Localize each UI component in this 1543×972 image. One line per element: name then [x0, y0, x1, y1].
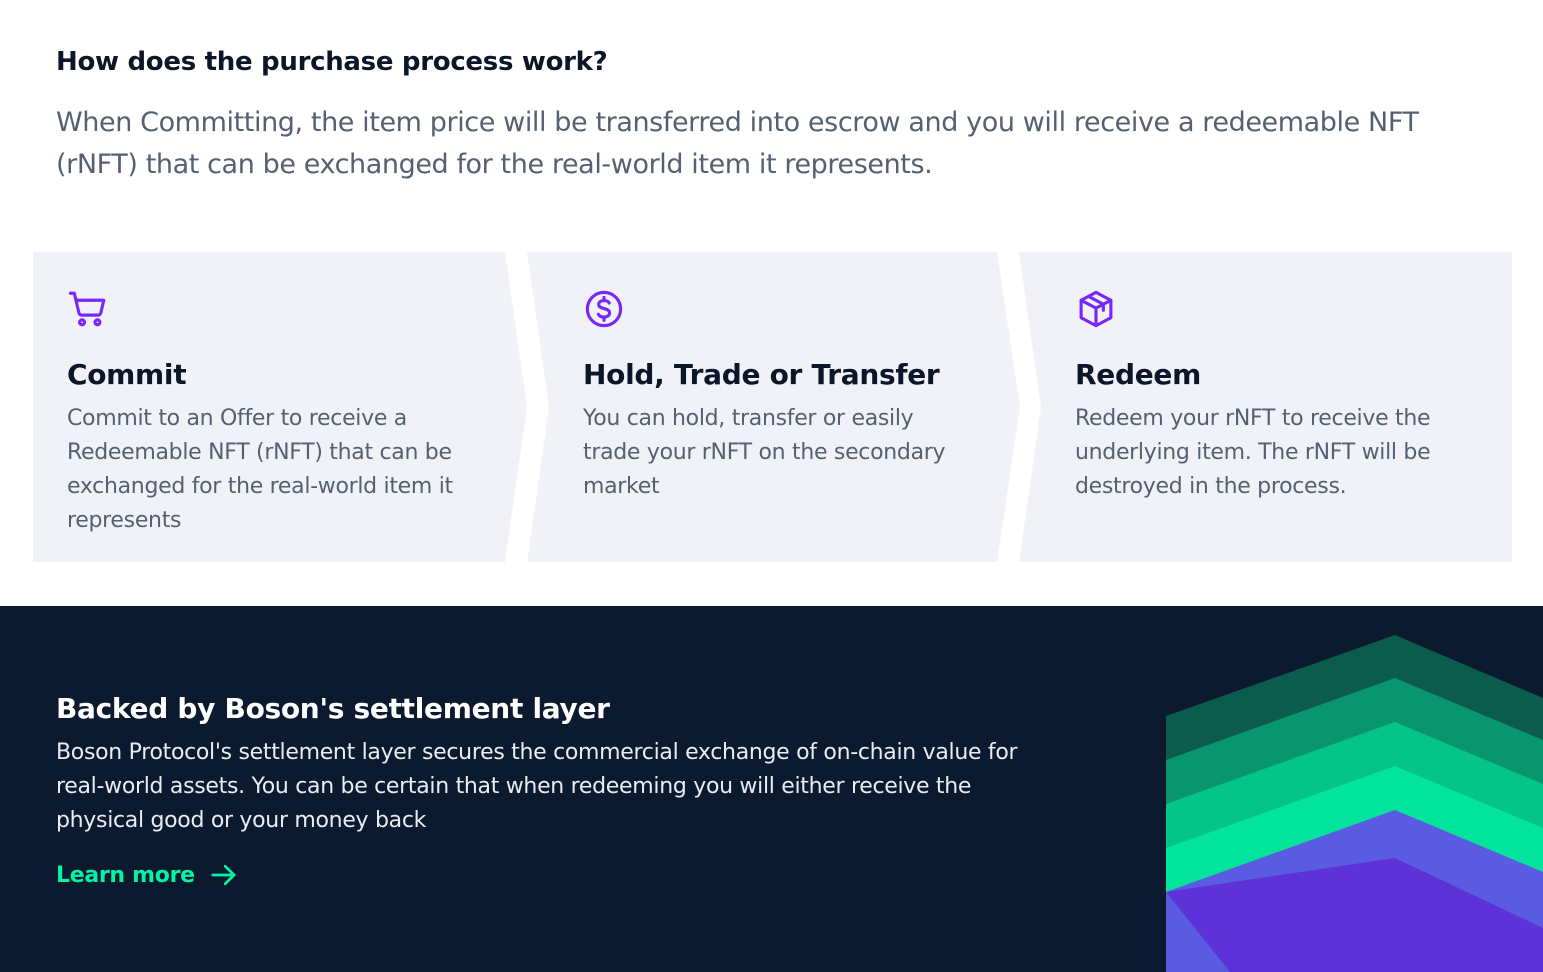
step-commit: Commit Commit to an Offer to receive a R…: [33, 252, 527, 562]
section-intro: When Committing, the item price will be …: [56, 107, 1419, 180]
arrow-right-icon: [209, 860, 239, 890]
step-title: Redeem: [1075, 358, 1201, 391]
step-description: Redeem your rNFT to receive the underlyi…: [1075, 406, 1431, 499]
step-description: You can hold, transfer or easily trade y…: [583, 406, 946, 499]
learn-more-label: Learn more: [56, 862, 195, 888]
settlement-description: Boson Protocol's settlement layer secure…: [56, 740, 1018, 833]
step-description: Commit to an Offer to receive a Redeemab…: [67, 406, 453, 533]
dollar-coin-icon: [583, 288, 625, 330]
stacked-layers-illustration: [1160, 628, 1543, 972]
section-title: How does the purchase process work?: [56, 47, 608, 77]
learn-more-link[interactable]: Learn more: [56, 860, 239, 890]
step-title: Hold, Trade or Transfer: [583, 358, 940, 391]
process-steps: Commit Commit to an Offer to receive a R…: [33, 252, 1512, 562]
step-redeem: Redeem Redeem your rNFT to receive the u…: [1019, 252, 1512, 562]
package-icon: [1075, 288, 1117, 330]
step-title: Commit: [67, 358, 187, 391]
page: How does the purchase process work? When…: [0, 0, 1543, 972]
settlement-title: Backed by Boson's settlement layer: [56, 692, 610, 725]
step-hold-trade-transfer: Hold, Trade or Transfer You can hold, tr…: [527, 252, 1020, 562]
shopping-cart-icon: [67, 288, 109, 330]
settlement-section: Backed by Boson's settlement layer Boson…: [0, 606, 1543, 972]
purchase-process-section: How does the purchase process work? When…: [0, 0, 1543, 606]
